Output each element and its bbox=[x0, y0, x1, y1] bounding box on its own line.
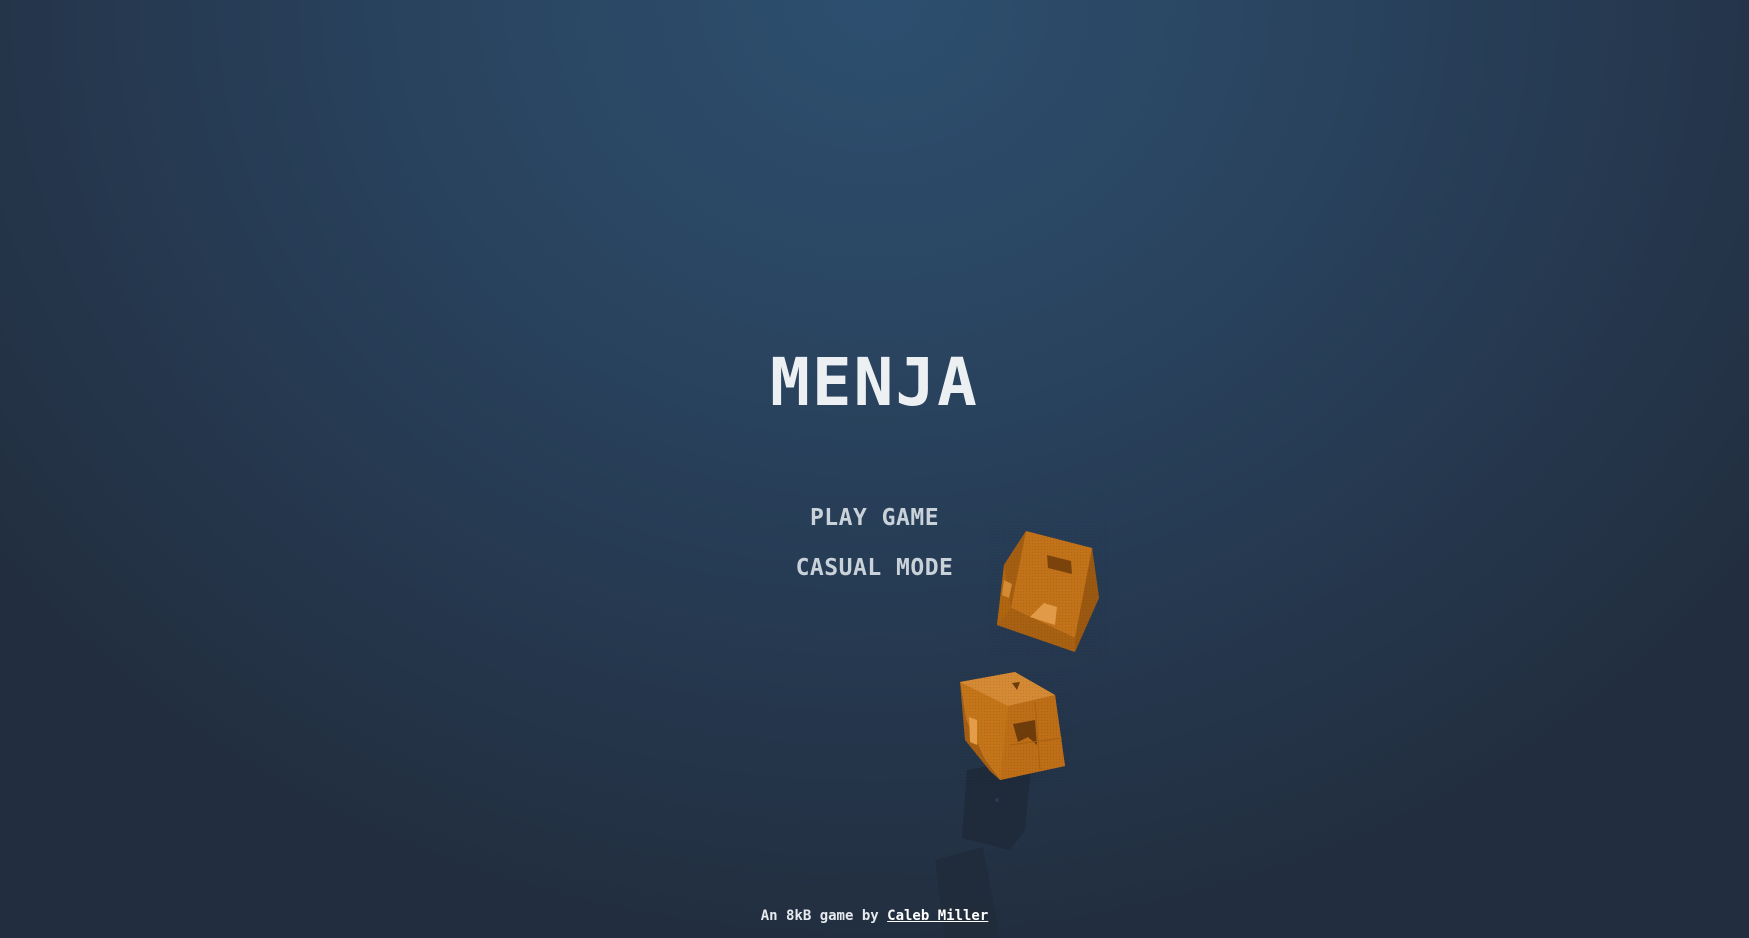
play-game-button[interactable]: PLAY GAME bbox=[800, 493, 949, 543]
casual-mode-button[interactable]: CASUAL MODE bbox=[786, 543, 964, 593]
game-screen: MENJA PLAY GAME CASUAL MODE An 8kB game … bbox=[0, 0, 1749, 938]
shadow-cube-lower bbox=[935, 847, 1000, 938]
orange-cube-lower[interactable] bbox=[955, 668, 1070, 786]
author-link[interactable]: Caleb Miller bbox=[887, 908, 988, 924]
game-title: MENJA bbox=[770, 344, 979, 421]
credits-line: An 8kB game by Caleb Miller bbox=[0, 908, 1749, 924]
main-menu: PLAY GAME CASUAL MODE bbox=[0, 493, 1749, 593]
falling-cubes-scene bbox=[935, 520, 1110, 938]
credits-text: An 8kB game by bbox=[760, 908, 888, 924]
